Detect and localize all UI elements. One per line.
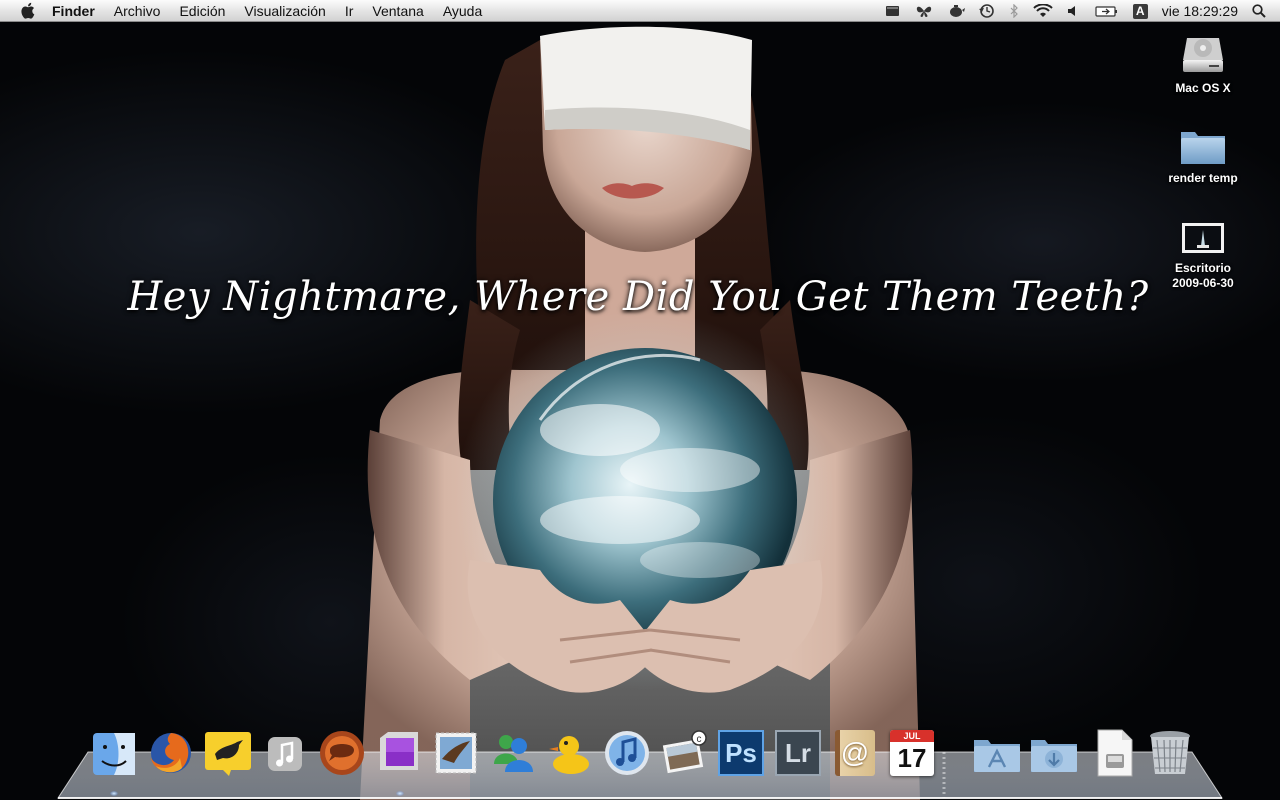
screenshot-file-icon bbox=[1182, 223, 1224, 253]
dock-cyberduck[interactable] bbox=[545, 728, 595, 778]
window-menu-extra-icon[interactable] bbox=[885, 0, 901, 22]
menu-visualizacion[interactable]: Visualización bbox=[244, 3, 325, 19]
finder-icon bbox=[93, 733, 135, 775]
status-menus: A vie 18:29:29 bbox=[885, 0, 1280, 22]
calendar-icon: JUL 17 bbox=[890, 730, 934, 776]
dock-downloads[interactable] bbox=[1029, 728, 1079, 778]
menu-bar: Finder Archivo Edición Visualización Ir … bbox=[0, 0, 1280, 22]
dock-preview[interactable]: c bbox=[659, 728, 709, 778]
firefox-icon bbox=[151, 733, 191, 773]
menu-ir[interactable]: Ir bbox=[345, 3, 354, 19]
wallpaper-quote-text: Hey Nightmare, Where Did You Get Them Te… bbox=[127, 274, 1149, 320]
time-machine-icon[interactable] bbox=[978, 0, 995, 22]
duck-icon bbox=[549, 736, 589, 774]
chat-bubble-icon bbox=[320, 731, 364, 775]
photoshop-label: Ps bbox=[725, 737, 757, 768]
eagle-stamp-icon bbox=[435, 732, 477, 774]
folder-icon bbox=[1181, 132, 1225, 164]
dock-ical[interactable]: JUL 17 bbox=[887, 728, 937, 778]
purple-square-icon bbox=[380, 732, 418, 770]
dock-twitter-client[interactable] bbox=[203, 728, 253, 778]
lightroom-label: Lr bbox=[785, 737, 811, 768]
wifi-icon[interactable] bbox=[1033, 0, 1053, 22]
dock-chat-app[interactable] bbox=[317, 728, 367, 778]
address-book-icon: @ bbox=[835, 730, 875, 776]
wallpaper-woman-illustration bbox=[360, 26, 920, 800]
svg-text:c: c bbox=[697, 734, 702, 745]
itunes-icon bbox=[605, 731, 649, 775]
dock-messenger[interactable] bbox=[488, 728, 538, 778]
dock-mail-stamp[interactable] bbox=[431, 728, 481, 778]
input-source-icon[interactable]: A bbox=[1132, 0, 1148, 22]
photo-preview-icon: c bbox=[662, 730, 707, 774]
music-note-icon bbox=[268, 737, 302, 771]
dock-firefox[interactable] bbox=[146, 728, 196, 778]
menu-archivo[interactable]: Archivo bbox=[114, 3, 161, 19]
dock-applications[interactable] bbox=[972, 728, 1022, 778]
hard-drive-icon bbox=[1183, 38, 1223, 72]
input-source-letter: A bbox=[1132, 3, 1148, 19]
desktop-icon-label: Mac OS X bbox=[1175, 81, 1231, 95]
desktop-icon-label: render temp bbox=[1168, 171, 1238, 185]
apple-menu-icon[interactable] bbox=[18, 2, 36, 20]
bird-icon bbox=[205, 732, 251, 776]
dock-itunes[interactable] bbox=[602, 728, 652, 778]
dock-lightroom[interactable]: Lr bbox=[773, 728, 823, 778]
dock-music-player[interactable] bbox=[260, 728, 310, 778]
bluetooth-icon[interactable] bbox=[1009, 0, 1019, 22]
desktop-icon-render-temp[interactable]: render temp bbox=[1148, 124, 1258, 186]
app-menu-finder[interactable]: Finder bbox=[52, 3, 95, 19]
desktop-icon-mac-os-x[interactable]: Mac OS X bbox=[1148, 30, 1258, 96]
desktop-icon-escritorio-screenshot[interactable]: Escritorio 2009-06-30 bbox=[1148, 218, 1258, 291]
document-icon bbox=[1097, 729, 1133, 777]
dock-finder[interactable] bbox=[89, 728, 139, 778]
teapot-menu-extra-icon[interactable] bbox=[947, 0, 965, 22]
dock-running-indicator bbox=[110, 791, 118, 796]
desktop-icon-label: Escritorio bbox=[1174, 261, 1231, 275]
desktop-wallpaper: Hey Nightmare, Where Did You Get Them Te… bbox=[0, 22, 1280, 800]
dock-running-indicator bbox=[396, 791, 404, 796]
trash-icon bbox=[1150, 731, 1190, 774]
applications-folder-icon bbox=[974, 740, 1020, 772]
address-book-label: @ bbox=[840, 737, 870, 768]
menu-ayuda[interactable]: Ayuda bbox=[443, 3, 482, 19]
messenger-people-icon bbox=[494, 735, 533, 772]
spotlight-search-icon[interactable] bbox=[1252, 0, 1266, 22]
butterfly-menu-extra-icon[interactable] bbox=[915, 0, 933, 22]
menu-ventana[interactable]: Ventana bbox=[372, 3, 423, 19]
calendar-day: 17 bbox=[897, 743, 927, 773]
menubar-clock[interactable]: vie 18:29:29 bbox=[1162, 3, 1238, 19]
battery-icon[interactable] bbox=[1095, 0, 1119, 22]
dock-trash[interactable] bbox=[1145, 728, 1195, 778]
photoshop-icon: Ps bbox=[718, 730, 764, 776]
dock-address-book[interactable]: @ bbox=[830, 728, 880, 778]
downloads-folder-icon bbox=[1031, 740, 1077, 772]
menu-edicion[interactable]: Edición bbox=[179, 3, 225, 19]
dock-photoshop[interactable]: Ps bbox=[716, 728, 766, 778]
lightroom-icon: Lr bbox=[775, 730, 821, 776]
dock-purple-app[interactable] bbox=[374, 728, 424, 778]
calendar-month: JUL bbox=[890, 730, 934, 742]
dock-document[interactable] bbox=[1089, 728, 1139, 778]
volume-icon[interactable] bbox=[1067, 0, 1081, 22]
desktop-icon-label-line2: 2009-06-30 bbox=[1172, 276, 1234, 290]
